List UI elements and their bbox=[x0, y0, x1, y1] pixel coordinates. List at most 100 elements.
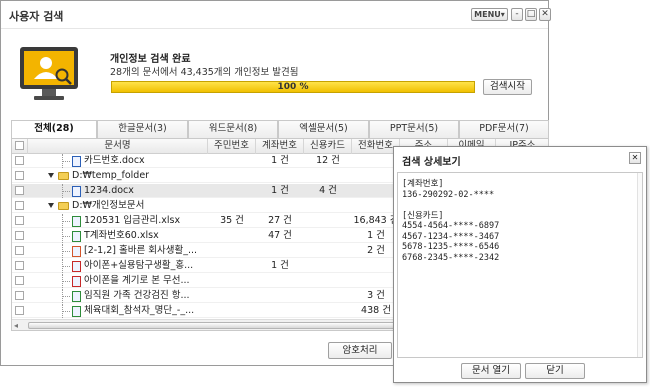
popup-detail-text: [계좌번호] 136-290292-02-**** [신용카드] 4554-45… bbox=[397, 172, 643, 358]
count-cell-account bbox=[256, 289, 304, 303]
row-checkbox[interactable] bbox=[15, 201, 24, 210]
tree-connector bbox=[62, 281, 70, 282]
count-cell-card: 4 건 bbox=[319, 185, 337, 196]
document-name: 아이폰을 계기로 본 무선... bbox=[84, 275, 190, 286]
count-cell-card: 12 건 bbox=[316, 155, 340, 166]
tab-hwp[interactable]: 한글문서(3) bbox=[97, 120, 188, 138]
count-cell-jumin bbox=[208, 304, 256, 318]
tab-excel[interactable]: 엑셀문서(5) bbox=[278, 120, 369, 138]
count-cell-card bbox=[304, 259, 352, 273]
count-cell-account: 47 건 bbox=[268, 230, 292, 241]
status-title: 개인정보 검색 완료 bbox=[110, 54, 191, 65]
count-cell-jumin bbox=[208, 229, 256, 243]
count-cell-account bbox=[256, 304, 304, 318]
count-cell-card bbox=[304, 169, 352, 183]
row-checkbox[interactable] bbox=[15, 276, 24, 285]
col-jumin[interactable]: 주민번호 bbox=[208, 139, 256, 154]
close-popup-button[interactable]: 닫기 bbox=[525, 363, 585, 379]
count-cell-account bbox=[256, 169, 304, 183]
pdf-file-icon bbox=[72, 276, 81, 287]
detail-line: 4554-4564-****-6897 bbox=[402, 221, 500, 231]
row-checkbox[interactable] bbox=[15, 291, 24, 300]
col-card[interactable]: 신용카드 bbox=[304, 139, 352, 154]
count-cell-jumin bbox=[208, 169, 256, 183]
col-docname[interactable]: 문서명 bbox=[28, 139, 208, 154]
count-cell-account: 1 건 bbox=[271, 185, 289, 196]
row-checkbox[interactable] bbox=[15, 216, 24, 225]
progress-bar: 100 % bbox=[111, 81, 475, 93]
tree-connector bbox=[62, 184, 63, 198]
row-checkbox[interactable] bbox=[15, 156, 24, 165]
count-cell-account: 1 건 bbox=[271, 260, 289, 271]
count-cell-jumin bbox=[208, 289, 256, 303]
header-checkbox-cell bbox=[12, 139, 28, 154]
detail-line: 136-290292-02-**** bbox=[402, 189, 495, 200]
count-cell-account bbox=[256, 274, 304, 288]
tab-ppt[interactable]: PPT문서(5) bbox=[369, 120, 459, 138]
count-cell-jumin bbox=[208, 154, 256, 168]
title-bar: 사용자 검색 MENU▾ - □ ✕ bbox=[1, 1, 551, 29]
detail-line: 4567-1234-****-3467 bbox=[402, 231, 500, 242]
tab-word[interactable]: 워드문서(8) bbox=[188, 120, 278, 138]
document-name: [2-1,2] 홀바른 회사생활_... bbox=[84, 245, 198, 256]
tab-pdf[interactable]: PDF문서(7) bbox=[459, 120, 549, 138]
count-cell-jumin bbox=[208, 199, 256, 213]
tree-connector bbox=[62, 289, 63, 303]
popup-close-icon[interactable]: ✕ bbox=[629, 152, 641, 164]
popup-title: 검색 상세보기 bbox=[402, 157, 461, 168]
row-checkbox[interactable] bbox=[15, 171, 24, 180]
menu-button[interactable]: MENU▾ bbox=[471, 8, 508, 21]
row-checkbox[interactable] bbox=[15, 261, 24, 270]
tree-connector bbox=[62, 296, 70, 297]
count-cell-jumin bbox=[208, 259, 256, 273]
tree-connector bbox=[62, 304, 63, 318]
file-type-tabs: 전체(28) 한글문서(3) 워드문서(8) 엑셀문서(5) PPT문서(5) … bbox=[11, 120, 549, 138]
expand-arrow-icon[interactable] bbox=[48, 203, 54, 208]
count-cell-card bbox=[304, 244, 352, 258]
detail-line: 6768-2345-****-2342 bbox=[402, 252, 500, 263]
minimize-button[interactable]: - bbox=[511, 8, 523, 21]
tree-connector bbox=[62, 251, 70, 252]
restore-button[interactable]: □ bbox=[525, 8, 537, 21]
document-name: 카드번호.docx bbox=[84, 155, 145, 166]
popup-scrollbar[interactable] bbox=[637, 173, 642, 357]
count-cell-card bbox=[304, 274, 352, 288]
encrypt-button[interactable]: 암호처리 bbox=[328, 342, 392, 359]
excel-file-icon bbox=[72, 306, 81, 317]
document-name: 1234.docx bbox=[84, 185, 134, 196]
count-cell-card bbox=[304, 214, 352, 228]
document-name: 임직원 가족 건강검진 항... bbox=[84, 290, 190, 301]
start-search-button[interactable]: 검색시작 bbox=[483, 79, 532, 95]
row-checkbox[interactable] bbox=[15, 306, 24, 315]
tree-connector bbox=[62, 214, 63, 228]
tree-connector bbox=[62, 229, 63, 243]
pdf-file-icon bbox=[72, 261, 81, 272]
tab-all[interactable]: 전체(28) bbox=[11, 120, 97, 138]
detail-line: 5678-1235-****-6546 bbox=[402, 242, 500, 252]
col-account[interactable]: 계좌번호 bbox=[256, 139, 304, 154]
row-checkbox[interactable] bbox=[15, 231, 24, 240]
scroll-left-icon[interactable]: ◂ bbox=[14, 321, 18, 330]
word-file-icon bbox=[72, 186, 81, 197]
row-checkbox[interactable] bbox=[15, 186, 24, 195]
detail-popup: 검색 상세보기 ✕ [계좌번호] 136-290292-02-**** [신용카… bbox=[393, 146, 647, 383]
excel-file-icon bbox=[72, 291, 81, 302]
count-cell-card bbox=[304, 289, 352, 303]
count-cell-account bbox=[256, 244, 304, 258]
count-cell-jumin bbox=[208, 274, 256, 288]
folder-path: D:₩개인정보문서 bbox=[72, 200, 145, 211]
expand-arrow-icon[interactable] bbox=[48, 173, 54, 178]
status-subtitle: 28개의 문서에서 43,435개의 개인정보 발견됨 bbox=[110, 67, 299, 78]
row-checkbox[interactable] bbox=[15, 246, 24, 255]
tree-connector bbox=[62, 311, 70, 312]
close-window-button[interactable]: ✕ bbox=[539, 8, 551, 21]
document-name: 체육대회_참석자_명단_-_... bbox=[84, 305, 195, 316]
count-cell-account: 1 건 bbox=[271, 155, 289, 166]
select-all-checkbox[interactable] bbox=[15, 141, 24, 150]
count-cell-jumin bbox=[208, 244, 256, 258]
window-title: 사용자 검색 bbox=[9, 10, 64, 23]
open-document-button[interactable]: 문서 열기 bbox=[461, 363, 521, 379]
count-cell-account: 27 건 bbox=[268, 215, 292, 226]
document-name: T계좌번호60.xlsx bbox=[84, 230, 159, 241]
tree-connector bbox=[62, 221, 70, 222]
